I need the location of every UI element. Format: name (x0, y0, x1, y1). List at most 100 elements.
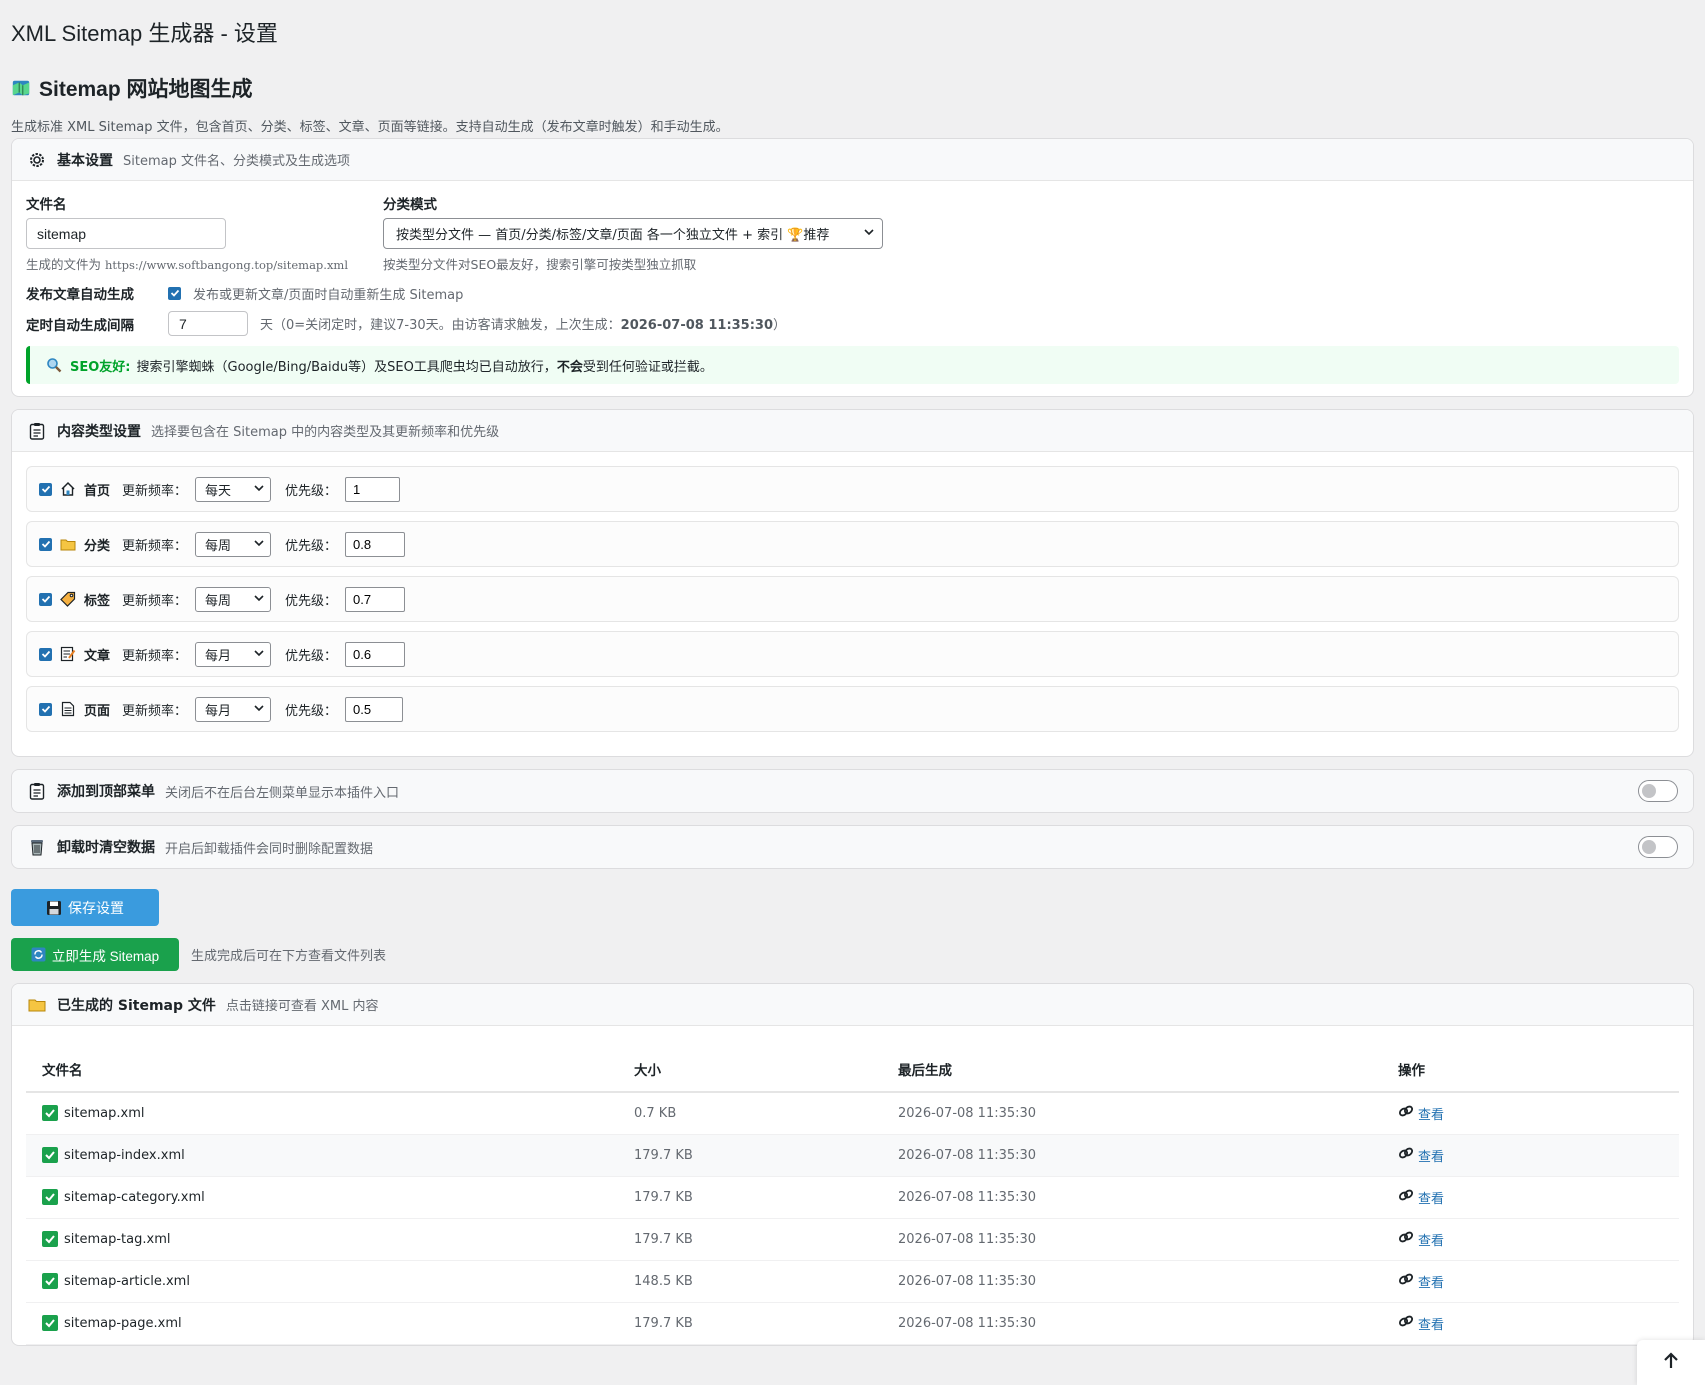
file-size: 179.7 KB (618, 1176, 882, 1219)
link-icon (1398, 1314, 1414, 1332)
filename-hint-prefix: 生成的文件为 (26, 257, 105, 272)
interval-input[interactable] (168, 311, 248, 336)
check-icon (42, 1315, 58, 1331)
content-item-home: 首页 更新频率： 每天 优先级： (26, 466, 1679, 512)
view-link[interactable]: 查看 (1398, 1230, 1444, 1249)
chevron-down-icon (254, 647, 264, 662)
basic-settings-header: 基本设置 Sitemap 文件名、分类模式及生成选项 (12, 139, 1693, 181)
seo-notice: SEO友好: 搜索引擎蜘蛛（Google/Bing/Baidu等）及SEO工具爬… (26, 346, 1679, 384)
view-link-label: 查看 (1418, 1107, 1445, 1123)
interval-hint-time: 2026-07-08 11:35:30 (620, 318, 774, 333)
category-freq-label: 更新频率： (122, 538, 188, 554)
home-priority-input[interactable] (345, 476, 401, 502)
tag-priority-input[interactable] (345, 586, 406, 612)
view-link-label: 查看 (1418, 1317, 1445, 1333)
content-item-category: 分类 更新频率： 每周 优先级： (26, 521, 1679, 567)
page-icon (60, 699, 76, 719)
view-link[interactable]: 查看 (1398, 1104, 1444, 1123)
article-name: 文章 (84, 648, 111, 664)
file-time: 2026-07-08 11:35:30 (882, 1260, 1382, 1303)
menu-toggle-title: 添加到顶部菜单 (57, 784, 155, 800)
menu-toggle-switch[interactable] (1638, 780, 1678, 802)
mode-group: 分类模式 按类型分文件 — 首页/分类/标签/文章/页面 各一个独立文件 + 索… (383, 193, 884, 273)
uninstall-toggle-switch[interactable] (1638, 836, 1678, 858)
seo-bold: 不会 (556, 359, 583, 375)
article-checkbox[interactable] (39, 647, 52, 661)
check-icon (42, 1189, 58, 1205)
uninstall-toggle-desc: 开启后卸载插件会同时删除配置数据 (165, 841, 374, 857)
category-freq-select[interactable]: 每周 (195, 531, 272, 557)
file-name: sitemap-index.xml (64, 1147, 185, 1163)
table-row: sitemap.xml 0.7 KB 2026-07-08 11:35:30 查… (26, 1092, 1679, 1135)
tag-freq-select[interactable]: 每周 (195, 586, 272, 612)
gear-icon (27, 150, 47, 170)
view-link-label: 查看 (1418, 1191, 1445, 1207)
generate-hint: 生成完成后可在下方查看文件列表 (191, 949, 387, 964)
table-row: sitemap-tag.xml 179.7 KB 2026-07-08 11:3… (26, 1218, 1679, 1261)
home-freq-select[interactable]: 每天 (195, 476, 272, 502)
link-icon (1398, 1104, 1414, 1122)
filename-label: 文件名 (26, 197, 67, 213)
chevron-down-icon (254, 702, 264, 717)
page-prio-label: 优先级： (285, 703, 338, 719)
tag-checkbox[interactable] (39, 592, 52, 606)
files-table: 文件名 大小 最后生成 操作 sitemap.xml 0.7 KB 2026-0… (26, 1046, 1679, 1345)
page-checkbox[interactable] (39, 702, 52, 716)
article-priority-input[interactable] (345, 641, 406, 667)
page-title: XML Sitemap 生成器 - 设置 (11, 21, 278, 46)
files-body: 文件名 大小 最后生成 操作 sitemap.xml 0.7 KB 2026-0… (12, 1026, 1693, 1345)
col-time: 最后生成 (882, 1046, 1382, 1093)
chevron-down-icon (254, 537, 264, 552)
generate-button-label: 立即生成 Sitemap (51, 948, 160, 964)
auto-generate-checkbox[interactable] (168, 286, 181, 300)
view-link[interactable]: 查看 (1398, 1188, 1444, 1207)
filename-hint: 生成的文件为 https://www.softbangong.top/sitem… (26, 254, 348, 273)
folder-icon (60, 534, 76, 554)
category-checkbox[interactable] (39, 537, 52, 551)
mode-select[interactable]: 按类型分文件 — 首页/分类/标签/文章/页面 各一个独立文件 + 索引 🏆推荐 (383, 218, 884, 249)
check-icon (42, 1231, 58, 1247)
menu-toggle-desc: 关闭后不在后台左侧菜单显示本插件入口 (165, 785, 400, 801)
save-button[interactable]: 保存设置 (11, 889, 159, 926)
file-size: 0.7 KB (618, 1092, 882, 1135)
chevron-down-icon (254, 482, 264, 497)
page-priority-input[interactable] (345, 696, 404, 722)
page-subtitle: 生成标准 XML Sitemap 文件，包含首页、分类、标签、文章、页面等链接。… (11, 120, 729, 135)
mode-select-value: 按类型分文件 — 首页/分类/标签/文章/页面 各一个独立文件 + 索引 🏆推荐 (396, 228, 830, 243)
content-type-desc: 选择要包含在 Sitemap 中的内容类型及其更新频率和优先级 (151, 425, 500, 440)
scroll-to-top-button[interactable] (1637, 1340, 1705, 1385)
view-link[interactable]: 查看 (1398, 1272, 1444, 1291)
col-filename: 文件名 (26, 1046, 618, 1093)
interval-hint-prefix: 天（0=关闭定时，建议7-30天。由访客请求触发，上次生成： (260, 318, 621, 333)
auto-generate-label: 发布文章自动生成 (26, 287, 134, 303)
main-heading-text: Sitemap 网站地图生成 (39, 78, 253, 101)
file-size: 179.7 KB (618, 1134, 882, 1177)
page-freq-select[interactable]: 每月 (195, 696, 272, 722)
arrow-up-icon (1661, 1351, 1681, 1375)
mode-label: 分类模式 (383, 197, 438, 213)
home-freq-label: 更新频率： (122, 483, 188, 499)
view-link-label: 查看 (1418, 1149, 1445, 1165)
trash-icon (27, 837, 47, 857)
home-checkbox[interactable] (39, 482, 52, 496)
file-time: 2026-07-08 11:35:30 (882, 1176, 1382, 1219)
check-icon (42, 1105, 58, 1122)
seo-text-1: 搜索引擎蜘蛛（Google/Bing/Baidu等）及SEO工具爬虫均已自动放行… (136, 359, 557, 375)
content-type-card: 内容类型设置 选择要包含在 Sitemap 中的内容类型及其更新频率和优先级 首… (11, 409, 1694, 757)
file-time: 2026-07-08 11:35:30 (882, 1092, 1382, 1135)
category-priority-input[interactable] (345, 531, 406, 557)
article-freq-select[interactable]: 每月 (195, 641, 272, 667)
table-row: sitemap-article.xml 148.5 KB 2026-07-08 … (26, 1260, 1679, 1303)
page-name: 页面 (84, 703, 111, 719)
uninstall-toggle-title: 卸载时清空数据 (57, 840, 155, 856)
view-link[interactable]: 查看 (1398, 1314, 1444, 1333)
view-link[interactable]: 查看 (1398, 1146, 1444, 1165)
files-table-head: 文件名 大小 最后生成 操作 (26, 1046, 1679, 1093)
page-freq-label: 更新频率： (122, 703, 188, 719)
page-freq-value: 每月 (205, 703, 232, 719)
filename-input[interactable] (26, 218, 226, 249)
generate-button[interactable]: 立即生成 Sitemap (11, 938, 179, 971)
home-prio-label: 优先级： (285, 483, 338, 499)
mode-hint: 按类型分文件对SEO最友好，搜索引擎可按类型独立抓取 (383, 257, 697, 272)
file-name: sitemap.xml (64, 1105, 145, 1121)
